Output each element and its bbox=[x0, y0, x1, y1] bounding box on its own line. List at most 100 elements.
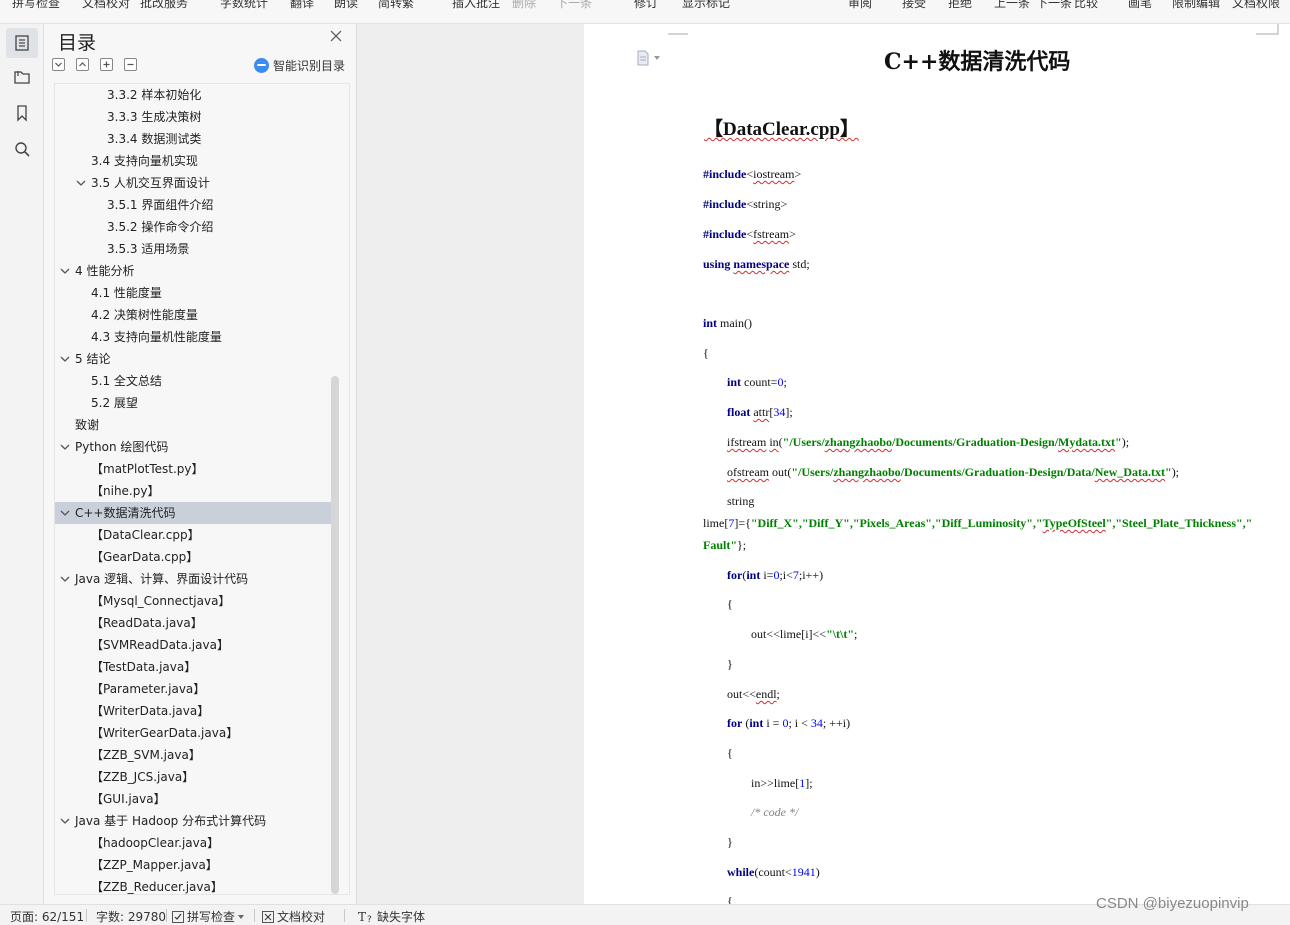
search-button[interactable] bbox=[6, 134, 38, 164]
ribbon-item[interactable]: 拒绝 bbox=[948, 0, 972, 10]
ribbon-item[interactable]: 文档校对 bbox=[82, 0, 130, 10]
ribbon-item[interactable]: 插入批注 bbox=[452, 0, 500, 10]
toc-item[interactable]: 【GearData.cpp】 bbox=[55, 546, 331, 568]
toc-item[interactable]: 4 性能分析 bbox=[55, 260, 331, 282]
chevron-down-icon[interactable] bbox=[59, 814, 71, 828]
ribbon-item[interactable]: 上一条 bbox=[994, 0, 1030, 10]
toc-item[interactable]: Java 基于 Hadoop 分布式计算代码 bbox=[55, 810, 331, 832]
ribbon-item[interactable]: 字数统计 bbox=[220, 0, 268, 10]
ribbon-item[interactable]: 审阅 bbox=[848, 0, 872, 10]
ribbon-item[interactable]: 比较 bbox=[1074, 0, 1098, 10]
ribbon-item[interactable]: 翻译 bbox=[290, 0, 314, 10]
toc-item-label: 【SVMReadData.java】 bbox=[91, 638, 229, 652]
ribbon-item[interactable]: 下一条 bbox=[556, 0, 592, 10]
toc-item[interactable]: 【WriterData.java】 bbox=[55, 700, 331, 722]
toc-item[interactable]: 3.4 支持向量机实现 bbox=[55, 150, 331, 172]
chevron-down-icon[interactable] bbox=[75, 176, 87, 190]
toc-panel-button[interactable] bbox=[6, 28, 38, 58]
toc-item[interactable]: 【ZZB_SVM.java】 bbox=[55, 744, 331, 766]
ribbon-item[interactable]: 显示标记 bbox=[682, 0, 730, 10]
ribbon-item[interactable]: 修订 bbox=[634, 0, 658, 10]
toc-item[interactable]: 3.5 人机交互界面设计 bbox=[55, 172, 331, 194]
ribbon-item[interactable]: 拼写检查 bbox=[12, 0, 60, 10]
close-icon[interactable] bbox=[328, 28, 344, 44]
toc-item[interactable]: 3.3.3 生成决策树 bbox=[55, 106, 331, 128]
add-heading-button[interactable] bbox=[100, 58, 113, 71]
toc-item[interactable]: 【TestData.java】 bbox=[55, 656, 331, 678]
word-count[interactable]: 字数: 29780 bbox=[96, 908, 166, 925]
toc-item[interactable]: 5.1 全文总结 bbox=[55, 370, 331, 392]
toc-item-label: 【Mysql_Connectjava】 bbox=[91, 594, 231, 608]
code-line: /* code */ bbox=[751, 805, 799, 819]
toc-item[interactable]: 5 结论 bbox=[55, 348, 331, 370]
ribbon-item[interactable]: 文档权限 bbox=[1232, 0, 1280, 10]
toc-item[interactable]: 3.5.2 操作命令介绍 bbox=[55, 216, 331, 238]
toc-item[interactable]: 【nihe.py】 bbox=[55, 480, 331, 502]
chevron-down-icon[interactable] bbox=[59, 352, 71, 366]
code-line: out<<endl; bbox=[727, 687, 780, 701]
remove-heading-button[interactable] bbox=[124, 58, 137, 71]
ribbon-item[interactable]: 下一条 bbox=[1036, 0, 1072, 10]
toc-item[interactable]: 【ZZP_Mapper.java】 bbox=[55, 854, 331, 876]
toc-item-label: Java 逻辑、计算、界面设计代码 bbox=[75, 572, 249, 586]
ribbon-item[interactable]: 画笔 bbox=[1128, 0, 1152, 10]
ribbon-item[interactable]: 朗读 bbox=[334, 0, 358, 10]
toc-item[interactable]: 3.3.4 数据测试类 bbox=[55, 128, 331, 150]
toc-item-label: 【DataClear.cpp】 bbox=[91, 528, 200, 542]
toc-item[interactable]: 3.5.1 界面组件介绍 bbox=[55, 194, 331, 216]
chevron-down-icon[interactable] bbox=[59, 440, 71, 454]
code-line: for (int i = 0; i < 34; ++i) bbox=[727, 716, 851, 730]
toc-item[interactable]: 【ReadData.java】 bbox=[55, 612, 331, 634]
spellcheck-button[interactable]: 拼写检查 bbox=[172, 908, 245, 925]
code-line: string bbox=[727, 494, 755, 508]
toc-item[interactable]: 【WriterGearData.java】 bbox=[55, 722, 331, 744]
toc-item[interactable]: 5.2 展望 bbox=[55, 392, 331, 414]
toc-item[interactable]: 4.2 决策树性能度量 bbox=[55, 304, 331, 326]
toc-item[interactable]: C++数据清洗代码 bbox=[55, 502, 331, 524]
toc-item-label: 【ZZB_JCS.java】 bbox=[91, 770, 195, 784]
toc-item[interactable]: Python 绘图代码 bbox=[55, 436, 331, 458]
toc-item[interactable]: Java 逻辑、计算、界面设计代码 bbox=[55, 568, 331, 590]
chevron-down-icon[interactable] bbox=[59, 264, 71, 278]
toc-item-label: 5 结论 bbox=[75, 352, 111, 366]
toc-title: 目录 bbox=[58, 32, 97, 54]
expand-all-button[interactable] bbox=[52, 58, 65, 71]
toc-item[interactable]: 【Parameter.java】 bbox=[55, 678, 331, 700]
toc-item[interactable]: 【hadoopClear.java】 bbox=[55, 832, 331, 854]
code-line: while(count<1941) bbox=[727, 865, 820, 879]
bookmark-button[interactable] bbox=[6, 98, 38, 128]
code-line: ifstream in("/Users/zhangzhaobo/Document… bbox=[727, 435, 1130, 449]
toc-item[interactable]: 【Mysql_Connectjava】 bbox=[55, 590, 331, 612]
ribbon-item[interactable]: 限制编辑 bbox=[1172, 0, 1220, 10]
toc-item[interactable]: 【ZZB_Reducer.java】 bbox=[55, 876, 331, 894]
toc-item[interactable]: 4.1 性能度量 bbox=[55, 282, 331, 304]
toc-item[interactable]: 【SVMReadData.java】 bbox=[55, 634, 331, 656]
missing-fonts-button[interactable]: T? 缺失字体 bbox=[358, 908, 425, 925]
proofread-button[interactable]: 文档校对 bbox=[262, 908, 325, 925]
toc-item-label: Java 基于 Hadoop 分布式计算代码 bbox=[75, 814, 267, 828]
page-menu-button[interactable] bbox=[636, 48, 666, 68]
toc-item[interactable]: 3.3.2 样本初始化 bbox=[55, 84, 331, 106]
ribbon-item[interactable]: 删除 bbox=[512, 0, 536, 10]
toc-item[interactable]: 【matPlotTest.py】 bbox=[55, 458, 331, 480]
toc-item[interactable]: 【ZZB_JCS.java】 bbox=[55, 766, 331, 788]
toc-item[interactable]: 4.3 支持向量机性能度量 bbox=[55, 326, 331, 348]
smart-toc-button[interactable]: 智能识别目录 bbox=[254, 56, 345, 74]
toc-scrollbar[interactable] bbox=[331, 376, 339, 894]
side-rail bbox=[0, 24, 44, 904]
spellcheck-label: 拼写检查 bbox=[187, 910, 236, 924]
document-page[interactable]: C++数据清洗代码 【DataClear.cpp】 #include<iostr… bbox=[584, 24, 1290, 904]
toc-item[interactable]: 【GUI.java】 bbox=[55, 788, 331, 810]
page-margin-mark bbox=[668, 33, 688, 35]
chevron-down-icon[interactable] bbox=[59, 572, 71, 586]
chevron-down-icon[interactable] bbox=[59, 506, 71, 520]
collapse-all-button[interactable] bbox=[76, 58, 89, 71]
toc-item[interactable]: 3.5.3 适用场景 bbox=[55, 238, 331, 260]
toc-item[interactable]: 【DataClear.cpp】 bbox=[55, 524, 331, 546]
ribbon-item[interactable]: 简转繁 bbox=[378, 0, 414, 10]
toc-item[interactable]: 致谢 bbox=[55, 414, 331, 436]
ribbon-item[interactable]: 接受 bbox=[902, 0, 926, 10]
ribbon-item[interactable]: 批改服务 bbox=[140, 0, 188, 10]
nav-pane-button[interactable] bbox=[6, 62, 38, 92]
page-count[interactable]: 页面: 62/151 bbox=[10, 908, 84, 925]
